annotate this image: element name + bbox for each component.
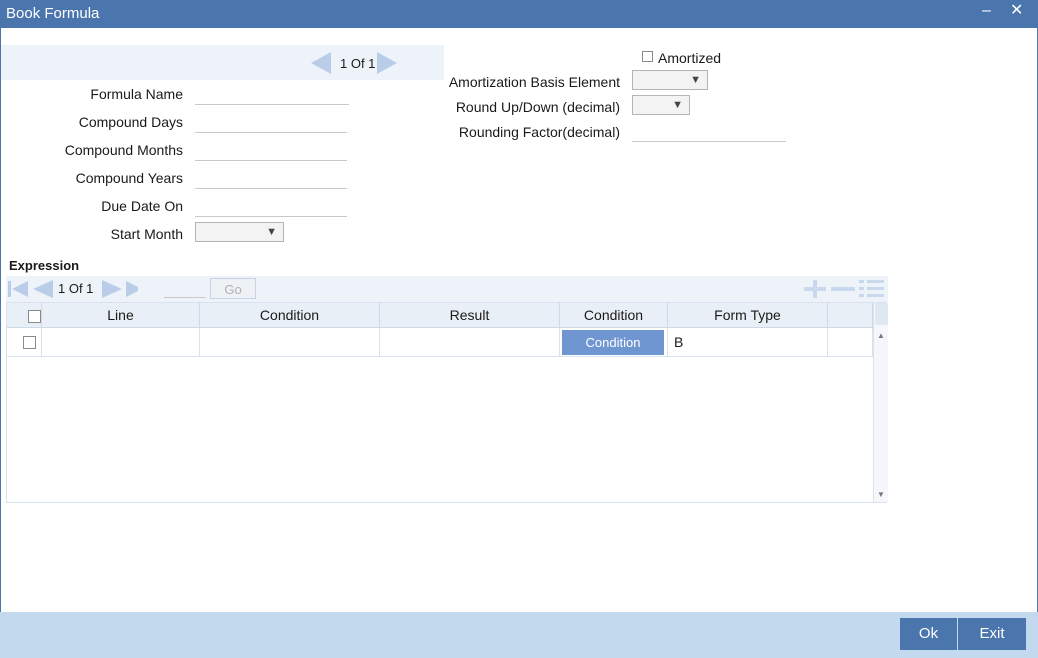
expression-title: Expression [9,258,80,273]
expression-toolbar: 1 Of 1 Go [6,276,888,302]
single-view-icon[interactable] [859,279,885,299]
compound-days-input[interactable] [195,112,347,133]
row-line-cell[interactable] [42,328,200,357]
delete-row-icon[interactable] [831,287,855,291]
minimize-icon[interactable]: ‒ [982,3,991,19]
chevron-down-icon: ▼ [690,74,701,86]
column-header-condition[interactable]: Condition [200,303,380,327]
compound-years-input[interactable] [195,168,347,189]
formula-name-label: Formula Name [90,86,183,102]
row-condition-cell[interactable] [200,328,380,357]
next-page-button[interactable] [122,279,142,299]
column-header-spare [828,303,873,327]
row-spare-cell [828,328,873,357]
compound-years-label: Compound Years [75,170,183,186]
compound-months-input[interactable] [195,140,347,161]
grid-pager-text: 1 Of 1 [58,281,94,296]
previous-record-icon[interactable] [311,52,331,74]
amortization-basis-label: Amortization Basis Element [448,74,620,90]
row-condition-button-cell: Condition [560,328,668,357]
rounding-factor-label: Rounding Factor(decimal) [458,124,620,140]
exit-button[interactable]: Exit [958,618,1026,650]
compound-months-label: Compound Months [64,142,183,158]
grid-vertical-scrollbar[interactable]: ▲ ▼ [873,303,888,502]
formula-name-input[interactable] [195,84,349,105]
ok-button[interactable]: Ok [900,618,957,650]
window-title: Book Formula [6,5,100,22]
amortized-checkbox[interactable] [642,51,653,62]
scrollbar-thumb[interactable] [875,303,888,325]
scroll-up-icon[interactable]: ▲ [877,331,885,340]
round-updown-select[interactable]: ▼ [632,95,690,115]
next-page-icon [102,280,122,298]
close-icon[interactable]: ✕ [1010,3,1023,19]
first-page-button[interactable] [8,279,28,299]
column-header-line[interactable]: Line [42,303,200,327]
condition-button[interactable]: Condition [562,330,664,355]
column-header-result[interactable]: Result [380,303,560,327]
start-month-label: Start Month [110,226,183,242]
due-date-on-label: Due Date On [101,198,183,214]
amortized-label: Amortized [658,50,722,66]
previous-page-button[interactable] [32,279,52,299]
scroll-down-icon[interactable]: ▼ [877,490,885,499]
go-button[interactable]: Go [210,278,256,299]
footer-bar: Ok Exit [0,612,1038,658]
compound-days-label: Compound Days [78,114,183,130]
due-date-on-input[interactable] [195,196,347,217]
round-updown-label: Round Up/Down (decimal) [455,99,620,115]
chevron-down-icon: ▼ [266,226,277,238]
next-record-icon[interactable] [377,52,397,74]
table-row-select-cell [7,328,42,357]
start-month-select[interactable]: ▼ [195,222,284,242]
page-number-input[interactable] [164,279,206,298]
record-pager-text: 1 Of 1 [340,56,376,71]
chevron-down-icon: ▼ [672,99,683,111]
add-row-icon[interactable] [804,280,826,298]
amortization-basis-select[interactable]: ▼ [632,70,708,90]
title-bar: Book Formula ‒ ✕ [0,0,1038,28]
expression-grid: Line Condition Result Condition Form Typ… [6,302,888,503]
header-select-cell [7,303,42,327]
column-header-form-type[interactable]: Form Type [668,303,828,327]
rounding-factor-input[interactable] [632,121,786,142]
column-header-condition-button[interactable]: Condition [560,303,668,327]
last-page-button[interactable] [140,279,152,299]
row-result-cell[interactable] [380,328,560,357]
row-form-type-cell[interactable]: B [668,328,828,357]
row-checkbox[interactable] [23,336,36,349]
select-all-checkbox[interactable] [28,310,41,323]
grid-header: Line Condition Result Condition Form Typ… [7,303,873,328]
